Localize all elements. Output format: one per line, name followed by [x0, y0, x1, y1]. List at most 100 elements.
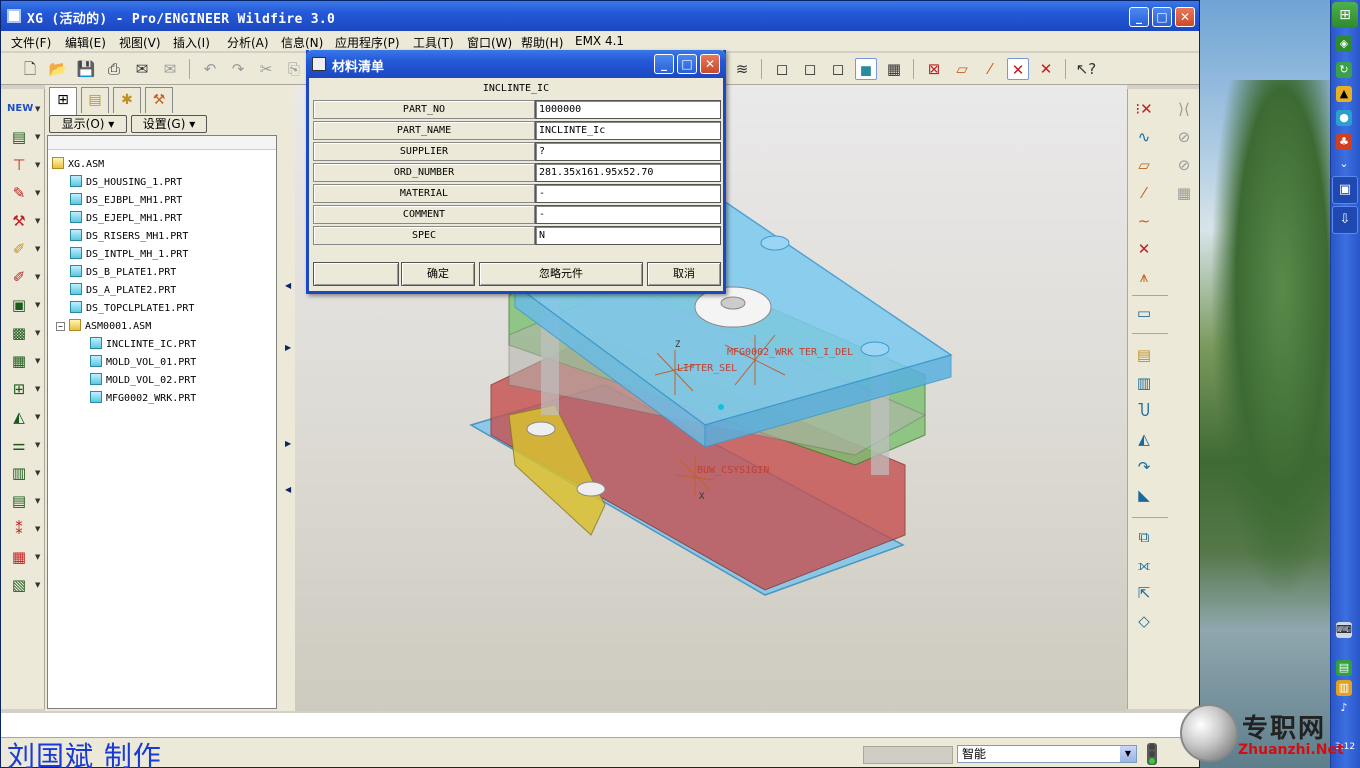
mirror-feature-icon[interactable]: ⟗ — [1132, 553, 1156, 577]
new-feature-icon[interactable]: NEW — [7, 97, 33, 121]
context-help-icon[interactable]: ↖? — [1075, 58, 1097, 80]
datum-axis-icon[interactable]: ⁄ — [979, 58, 1001, 80]
mirror-icon[interactable]: ⟩⟨ — [1172, 97, 1196, 121]
start-button[interactable]: ⊞ — [1332, 2, 1358, 28]
selection-filter[interactable]: 智能 ▼ — [957, 745, 1137, 763]
redo-icon[interactable]: ↷ — [227, 58, 249, 80]
chevron-down-icon[interactable]: ▼ — [35, 217, 40, 225]
field-input[interactable]: 1000000 — [535, 100, 721, 119]
tree-item[interactable]: DS_TOPCLPLATE1.PRT — [70, 300, 194, 318]
menu-analysis[interactable]: 分析(A) — [227, 34, 269, 51]
menu-applications[interactable]: 应用程序(P) — [335, 34, 400, 51]
chevron-down-icon[interactable]: ▼ — [35, 553, 40, 561]
chevron-down-icon[interactable]: ▼ — [35, 133, 40, 141]
no-hidden-icon[interactable]: ◻ — [827, 58, 849, 80]
datum-display-icon[interactable]: ⊠ — [923, 58, 945, 80]
field-input[interactable]: N — [535, 226, 721, 245]
chevron-down-icon[interactable]: ▼ — [35, 357, 40, 365]
mail-attach-icon[interactable]: ✉ — [159, 58, 181, 80]
menu-edit[interactable]: 编辑(E) — [65, 34, 106, 51]
mold-layout-icon[interactable]: ▤ — [7, 125, 31, 149]
sketch-curve-icon[interactable]: ∿ — [1132, 125, 1156, 149]
chevron-down-icon[interactable]: ▼ — [35, 105, 40, 113]
tab-connections[interactable]: ⚒ — [145, 87, 173, 113]
collapse-left-icon[interactable]: ◀ — [285, 485, 291, 494]
undo-icon[interactable]: ↶ — [199, 58, 221, 80]
copy-icon[interactable]: ⧉ — [1132, 525, 1156, 549]
refresh-icon[interactable]: ↻ — [1336, 62, 1352, 78]
skip-component-button[interactable]: 忽略元件 — [479, 262, 643, 286]
chevron-down-icon[interactable]: ▼ — [35, 189, 40, 197]
expand-right-icon[interactable]: ▶ — [285, 343, 291, 352]
menu-help[interactable]: 帮助(H) — [521, 34, 563, 51]
field-input[interactable]: 281.35x161.95x52.70 — [535, 163, 721, 182]
cancel-button[interactable]: 取消 — [647, 262, 721, 286]
new-file-icon[interactable]: 🗋 — [19, 58, 41, 80]
tree-item[interactable]: DS_A_PLATE2.PRT — [70, 282, 176, 300]
warning-icon[interactable]: ▲ — [1336, 86, 1352, 102]
pattern-icon[interactable]: ⚌ — [7, 433, 31, 457]
datum-point-icon[interactable]: ✕ — [1007, 58, 1029, 80]
cooling-icon[interactable]: ✐ — [7, 237, 31, 261]
open-folder-icon[interactable]: 📂 — [47, 58, 69, 80]
chevron-down-icon[interactable]: ▼ — [35, 581, 40, 589]
screw-icon[interactable]: ▣ — [7, 293, 31, 317]
menu-window[interactable]: 窗口(W) — [467, 34, 512, 51]
saved-views-icon[interactable]: ▦ — [883, 58, 905, 80]
tree-item[interactable]: DS_RISERS_MH1.PRT — [70, 228, 188, 246]
component-icon[interactable]: ▤ — [7, 489, 31, 513]
insert-component-icon[interactable]: ▤ — [1132, 343, 1156, 367]
point-icon[interactable]: ✕ — [1132, 237, 1156, 261]
tray-app2-icon[interactable]: ▥ — [1336, 680, 1352, 696]
maximize-button[interactable]: □ — [1152, 7, 1172, 27]
layer-icon[interactable]: ≋ — [731, 58, 753, 80]
expand-right-icon[interactable]: ▶ — [285, 439, 291, 448]
dialog-maximize-button[interactable]: □ — [677, 54, 697, 74]
network-icon[interactable]: ● — [1336, 110, 1352, 126]
analysis-icon[interactable]: ◭ — [7, 405, 31, 429]
menu-tools[interactable]: 工具(T) — [413, 34, 454, 51]
tree-item[interactable]: DS_EJEPL_MH1.PRT — [70, 210, 182, 228]
menu-info[interactable]: 信息(N) — [281, 34, 323, 51]
plane-icon[interactable]: ▱ — [1132, 153, 1156, 177]
round-icon[interactable]: ◣ — [1132, 483, 1156, 507]
lifter-icon[interactable]: ▩ — [7, 321, 31, 345]
collapse-left-icon[interactable]: ◀ — [285, 281, 291, 290]
create-component-icon[interactable]: ▥ — [1132, 371, 1156, 395]
revolve-icon[interactable]: ◭ — [1132, 427, 1156, 451]
tree-item[interactable]: − ASM0001.ASM — [56, 318, 151, 336]
chevron-down-icon[interactable]: ▼ — [1120, 746, 1136, 762]
tab-model-tree[interactable]: ⊞ — [49, 87, 77, 115]
show-dropdown[interactable]: 显示(O) ▾ — [49, 115, 127, 133]
tree-item[interactable]: MOLD_VOL_01.PRT — [90, 354, 196, 372]
tab-favorites[interactable]: ✱ — [113, 87, 141, 113]
surface-icon[interactable]: ◇ — [1132, 609, 1156, 633]
menu-view[interactable]: 视图(V) — [119, 34, 161, 51]
minimize-button[interactable]: _ — [1129, 7, 1149, 27]
chevron-down-icon[interactable]: ▼ — [35, 245, 40, 253]
tray-app-icon[interactable]: ▤ — [1336, 660, 1352, 676]
field-input[interactable]: - — [535, 184, 721, 203]
csys-create-icon[interactable]: ⩚ — [1132, 265, 1156, 289]
collapse-icon[interactable]: − — [56, 322, 65, 331]
csys-display-icon[interactable]: ✕ — [1035, 58, 1057, 80]
tree-item[interactable]: DS_HOUSING_1.PRT — [70, 174, 182, 192]
field-input[interactable]: INCLINTE_Ic — [535, 121, 721, 140]
ejector-icon[interactable]: ✐ — [7, 265, 31, 289]
task-window-2[interactable]: ⇩ — [1332, 206, 1358, 234]
close-button[interactable]: ✕ — [1175, 7, 1195, 27]
shield-icon[interactable]: ◈ — [1336, 36, 1352, 52]
animation-icon[interactable]: ▧ — [7, 573, 31, 597]
panel-sash[interactable]: ◀ ▶ ▶ ◀ — [283, 85, 295, 711]
dialog-minimize-button[interactable]: _ — [654, 54, 674, 74]
save-icon[interactable]: 💾 — [75, 58, 97, 80]
offset-icon[interactable]: ⊘ — [1172, 153, 1196, 177]
shading-icon[interactable]: ◼ — [855, 58, 877, 80]
tree-item[interactable]: XG.ASM — [52, 156, 104, 174]
chevron-down-icon[interactable]: ▼ — [35, 497, 40, 505]
copy-geom-icon[interactable]: ⊘ — [1172, 125, 1196, 149]
hole-icon[interactable]: ↷ — [1132, 455, 1156, 479]
field-input[interactable]: ? — [535, 142, 721, 161]
tree-item[interactable]: MFG0002_WRK.PRT — [90, 390, 196, 408]
extrude-icon[interactable]: Ⴎ — [1132, 399, 1156, 423]
